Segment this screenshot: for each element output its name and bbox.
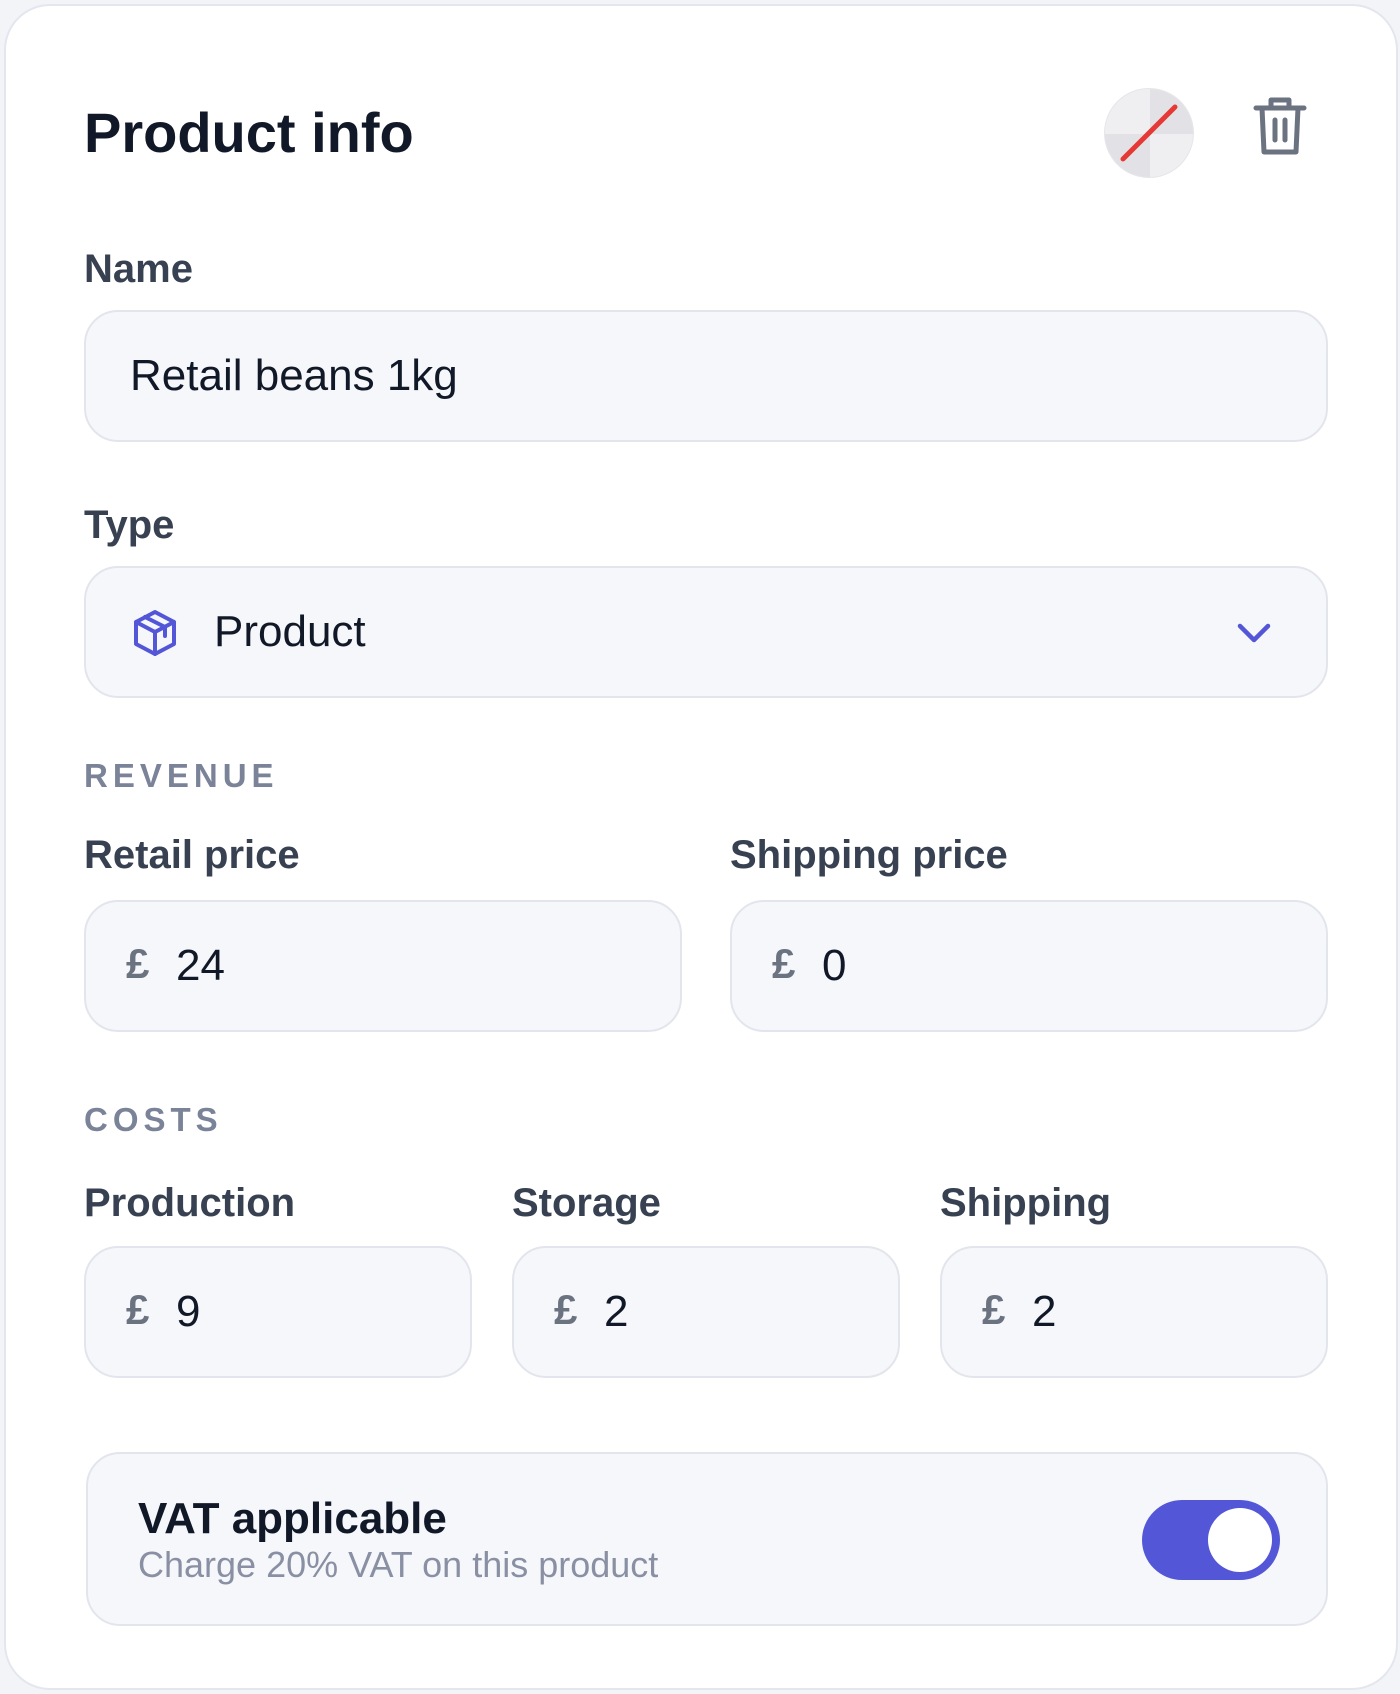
- name-input-value: Retail beans 1kg: [130, 351, 458, 400]
- product-info-card: Product info Name Retail beans 1kg Type …: [4, 4, 1398, 1690]
- currency-symbol: £: [982, 1286, 1006, 1333]
- currency-symbol: £: [126, 1286, 150, 1333]
- production-label: Production: [84, 1181, 296, 1225]
- production-cost-input[interactable]: £ 9: [84, 1246, 472, 1378]
- vat-row: VAT applicable Charge 20% VAT on this pr…: [86, 1452, 1328, 1626]
- type-label: Type: [84, 503, 175, 547]
- shipping-cost-value: 2: [1032, 1287, 1057, 1336]
- name-input[interactable]: Retail beans 1kg: [84, 310, 1328, 442]
- currency-symbol: £: [554, 1286, 578, 1333]
- shipping-cost-label: Shipping: [940, 1181, 1112, 1225]
- package-icon: [134, 610, 176, 656]
- trash-icon[interactable]: [1252, 94, 1308, 158]
- retail-price-value: 24: [176, 941, 225, 990]
- card-title: Product info: [84, 101, 414, 164]
- color-swatch-icon[interactable]: [1104, 88, 1194, 178]
- name-label: Name: [84, 247, 193, 291]
- storage-cost-value: 2: [604, 1287, 629, 1336]
- currency-symbol: £: [772, 940, 796, 987]
- vat-toggle[interactable]: [1142, 1500, 1280, 1580]
- shipping-price-input[interactable]: £ 0: [730, 900, 1328, 1032]
- type-select[interactable]: Product: [84, 566, 1328, 698]
- chevron-down-icon: [1237, 623, 1271, 643]
- vat-subtitle: Charge 20% VAT on this product: [138, 1544, 659, 1585]
- retail-price-input[interactable]: £ 24: [84, 900, 682, 1032]
- retail-price-label: Retail price: [84, 833, 300, 877]
- type-select-value: Product: [214, 607, 366, 656]
- production-cost-value: 9: [176, 1287, 201, 1336]
- costs-heading: COSTS: [84, 1101, 223, 1138]
- shipping-cost-input[interactable]: £ 2: [940, 1246, 1328, 1378]
- shipping-price-label: Shipping price: [730, 833, 1008, 877]
- storage-label: Storage: [512, 1181, 661, 1225]
- currency-symbol: £: [126, 940, 150, 987]
- vat-title: VAT applicable: [138, 1494, 447, 1543]
- revenue-heading: REVENUE: [84, 757, 279, 794]
- shipping-price-value: 0: [822, 941, 847, 990]
- toggle-knob: [1208, 1508, 1272, 1572]
- storage-cost-input[interactable]: £ 2: [512, 1246, 900, 1378]
